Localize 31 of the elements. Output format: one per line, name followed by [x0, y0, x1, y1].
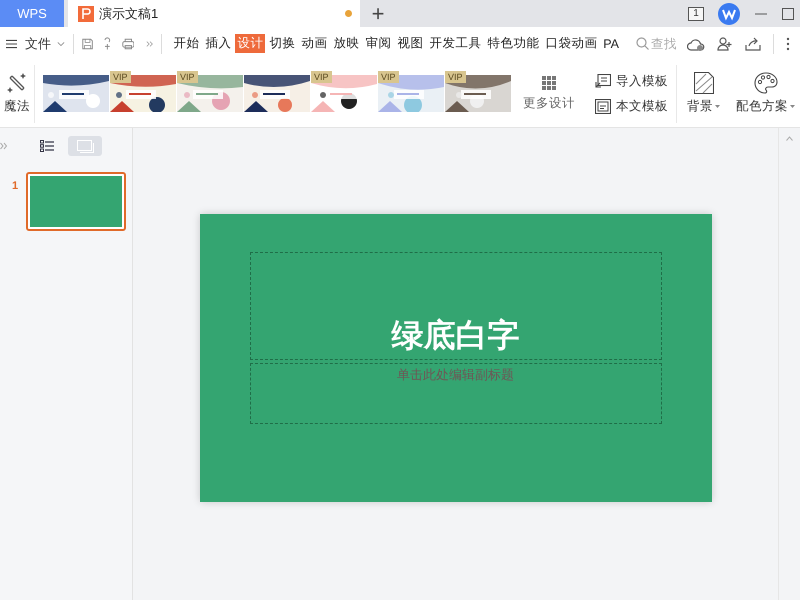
menu-tab[interactable]: 口袋动画 [543, 34, 600, 53]
color-scheme-button[interactable]: 配色方案 [732, 72, 799, 115]
new-tab-button[interactable]: + [360, 0, 396, 27]
import-template-button[interactable]: 导入模板 [595, 72, 668, 90]
window-count[interactable]: 1 [688, 6, 704, 20]
menu-tab[interactable]: 切换 [267, 34, 298, 53]
vip-badge: VIP [177, 71, 198, 83]
tab-title: 演示文稿1 [99, 4, 160, 22]
magic-button[interactable]: 魔法 [0, 72, 34, 115]
menu-tab[interactable]: 开发工具 [427, 34, 484, 53]
menu-tab[interactable]: 插入 [203, 34, 234, 53]
document-tab[interactable]: 演示文稿1 [68, 0, 360, 27]
menu-tab[interactable]: 开始 [171, 34, 202, 53]
background-button[interactable]: 背景 [683, 72, 724, 115]
subtitle-hint: 单击此处编辑副标题 [397, 366, 514, 384]
slide-title: 绿底白字 [392, 316, 520, 355]
menu-tab[interactable]: 审阅 [363, 34, 394, 53]
file-menu[interactable]: 文件 [23, 34, 54, 52]
menu-tab[interactable]: 视图 [395, 34, 426, 53]
document-template-button[interactable]: 本文模板 [595, 98, 668, 114]
menu-tab[interactable]: 特色功能 [485, 34, 542, 53]
more-designs-button[interactable]: 更多设计 [521, 76, 577, 112]
vip-badge: VIP [110, 71, 131, 83]
slide-number: 1 [12, 180, 18, 192]
vip-badge: VIP [311, 71, 332, 83]
vip-badge: VIP [378, 71, 399, 83]
search-field[interactable]: 查找 [636, 36, 688, 50]
menu-tab[interactable]: 放映 [331, 34, 362, 53]
vip-badge: VIP [445, 71, 466, 83]
menu-tab[interactable]: PA [601, 36, 622, 52]
menu-tab[interactable]: 动画 [299, 34, 330, 53]
